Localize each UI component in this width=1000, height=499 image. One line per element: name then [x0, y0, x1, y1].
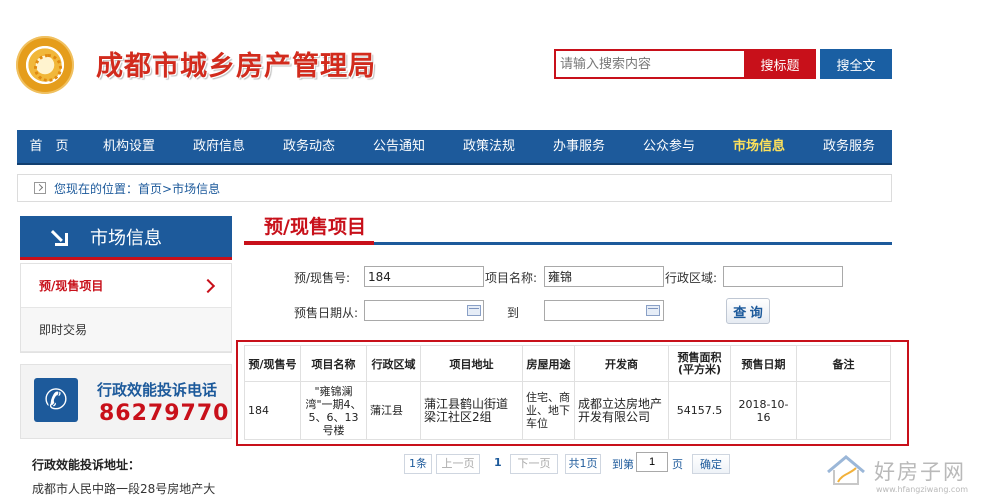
pager-goto-label: 到第 — [612, 458, 634, 471]
col-remarks: 备注 — [796, 345, 891, 382]
nav-item-notices[interactable]: 公告通知 — [371, 129, 427, 164]
search-fulltext-button[interactable]: 搜全文 — [820, 49, 892, 79]
results-table: 预/现售号 项目名称 行政区域 项目地址 房屋用途 开发商 预售面积 (平方米)… — [244, 345, 891, 440]
pager-page-unit: 页 — [672, 458, 683, 471]
sidebar-header: 市场信息 — [20, 216, 232, 260]
cell-developer: 成都立达房地产开发有限公司 — [574, 381, 669, 440]
cell-remarks — [796, 381, 891, 440]
arrow-down-right-icon — [50, 228, 68, 246]
table-header-row: 预/现售号 项目名称 行政区域 项目地址 房屋用途 开发商 预售面积 (平方米)… — [244, 345, 891, 382]
pager-total: 共1页 — [565, 454, 601, 474]
breadcrumb-prefix: 您现在的位置： — [54, 181, 139, 196]
project-name-input[interactable] — [544, 266, 664, 287]
sidebar-item-label: 即时交易 — [39, 323, 88, 337]
hotline-label: 行政效能投诉电话 — [97, 381, 218, 399]
pager-prev[interactable]: 上一页 — [436, 454, 480, 474]
complaint-address-label: 行政效能投诉地址： — [32, 458, 141, 472]
calendar-icon[interactable] — [467, 305, 481, 316]
date-from-label: 预售日期从: — [294, 306, 359, 320]
watermark-text: 好房子网 — [874, 460, 966, 484]
title-divider-accent — [244, 241, 374, 245]
district-label: 行政区域: — [665, 271, 718, 285]
nav-item-policies[interactable]: 政策法规 — [461, 129, 517, 164]
nav-item-gov-info[interactable]: 政府信息 — [191, 129, 247, 164]
col-area: 预售面积 (平方米) — [668, 345, 731, 382]
site-title: 成都市城乡房产管理局 — [96, 51, 376, 82]
search-title-button[interactable]: 搜标题 — [744, 49, 816, 79]
pager-goto-input[interactable] — [636, 452, 668, 472]
presale-no-input[interactable] — [364, 266, 484, 287]
pager-first[interactable]: 1条 — [404, 454, 432, 474]
col-project-name: 项目名称 — [300, 345, 367, 382]
calendar-icon[interactable] — [646, 305, 660, 316]
col-presale-no: 预/现售号 — [244, 345, 301, 382]
breadcrumb-current[interactable]: >市场信息 — [162, 180, 220, 197]
query-button[interactable]: 查 询 — [726, 298, 770, 324]
complaint-hotline: 行政效能投诉电话 86279770 — [20, 364, 232, 439]
district-input[interactable] — [723, 266, 843, 287]
table-row[interactable]: 184 "雍锦澜湾"一期4、5、6、13号楼 蒲江县 蒲江县鹤山街道梁江社区2组… — [244, 381, 891, 440]
nav-item-organization[interactable]: 机构设置 — [101, 129, 157, 164]
nav-item-gov-services[interactable]: 政务服务 — [821, 129, 877, 164]
results-table-wrapper: 预/现售号 项目名称 行政区域 项目地址 房屋用途 开发商 预售面积 (平方米)… — [236, 340, 909, 446]
pager-next[interactable]: 下一页 — [510, 454, 558, 474]
search-input[interactable] — [554, 49, 744, 79]
nav-item-services[interactable]: 办事服务 — [551, 129, 607, 164]
col-developer: 开发商 — [574, 345, 669, 382]
sidebar-menu: 预/现售项目 即时交易 — [20, 263, 232, 353]
col-district: 行政区域 — [366, 345, 421, 382]
col-usage: 房屋用途 — [522, 345, 575, 382]
date-to-label: 到 — [507, 306, 520, 320]
cell-presale-no: 184 — [244, 381, 301, 440]
sidebar-item-label: 预/现售项目 — [39, 279, 104, 293]
nav-item-market-info[interactable]: 市场信息 — [731, 129, 787, 164]
complaint-address-value: 成都市人民中路一段28号房地产大 — [32, 482, 216, 496]
col-address: 项目地址 — [420, 345, 523, 382]
presale-no-label: 预/现售号: — [294, 271, 351, 285]
pager-current[interactable]: 1 — [494, 456, 502, 469]
sidebar-header-label: 市场信息 — [90, 227, 162, 249]
watermark-url: www.hfangziwang.com — [876, 485, 969, 494]
cell-district: 蒲江县 — [366, 381, 421, 440]
breadcrumb-home-link[interactable]: 首页 — [138, 180, 162, 197]
main-nav: 首 页 机构设置 政府信息 政务动态 公告通知 政策法规 办事服务 公众参与 市… — [17, 130, 892, 165]
cell-project-name[interactable]: "雍锦澜湾"一期4、5、6、13号楼 — [300, 381, 367, 440]
logo-emblem-icon — [16, 36, 74, 94]
nav-item-public[interactable]: 公众参与 — [641, 129, 697, 164]
phone-icon — [34, 378, 78, 422]
sidebar-item-presale[interactable]: 预/现售项目 — [21, 264, 231, 308]
date-from-input[interactable] — [364, 300, 484, 321]
chevron-right-icon — [200, 278, 216, 293]
project-name-label: 项目名称: — [485, 271, 538, 285]
sidebar-item-realtime-trade[interactable]: 即时交易 — [21, 308, 231, 352]
cell-usage: 住宅、商业、地下车位 — [522, 381, 575, 440]
house-watermark-icon — [827, 455, 865, 485]
breadcrumb: 您现在的位置： 首页 >市场信息 — [17, 174, 892, 202]
cell-area: 54157.5 — [668, 381, 731, 440]
pager-confirm-button[interactable]: 确定 — [692, 454, 730, 474]
cell-address: 蒲江县鹤山街道梁江社区2组 — [420, 381, 523, 440]
breadcrumb-arrow-icon — [34, 182, 46, 194]
header: 成都市城乡房产管理局 搜标题 搜全文 — [0, 0, 1000, 120]
nav-item-home[interactable]: 首 页 — [29, 129, 69, 164]
page-title: 预/现售项目 — [264, 216, 366, 238]
hotline-number: 86279770 — [99, 401, 230, 426]
col-date: 预售日期 — [730, 345, 797, 382]
cell-date: 2018-10-16 — [730, 381, 797, 440]
nav-item-gov-news[interactable]: 政务动态 — [281, 129, 337, 164]
